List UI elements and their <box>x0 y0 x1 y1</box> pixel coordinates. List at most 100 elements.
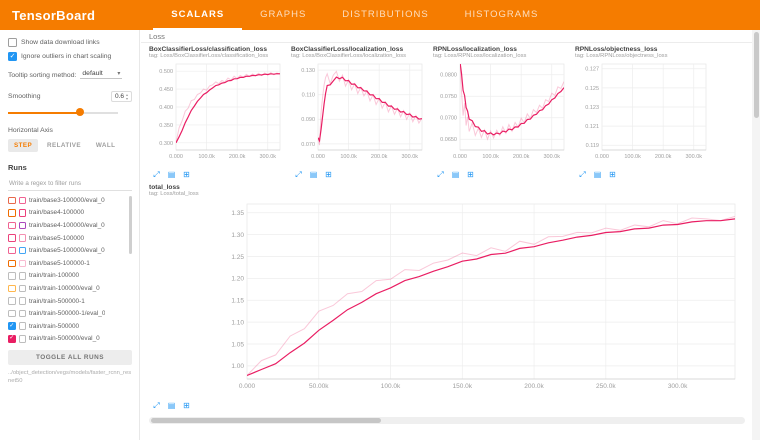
run-checkbox[interactable] <box>8 197 16 205</box>
svg-text:100.0k: 100.0k <box>340 154 357 160</box>
open-in-new-icon[interactable]: ⊞ <box>181 169 192 180</box>
run-row[interactable]: train/train-100000/eval_0 <box>8 282 132 295</box>
runs-filter-input[interactable] <box>8 177 132 191</box>
run-checkbox[interactable] <box>8 272 16 280</box>
run-color-checkbox[interactable] <box>19 247 27 255</box>
run-row[interactable]: train/base4-100000 <box>8 207 132 220</box>
open-in-new-icon[interactable]: ⊞ <box>607 169 618 180</box>
expand-icon[interactable]: ⤢ <box>577 169 588 180</box>
svg-text:0.500: 0.500 <box>159 69 173 75</box>
expand-icon[interactable]: ⤢ <box>151 169 162 180</box>
scalar-plot[interactable]: 0.08000.07500.07000.06500.000100.0k200.0… <box>433 60 569 163</box>
tooltip-sort-dropdown[interactable]: default ▾ <box>80 69 122 79</box>
scalar-plot[interactable]: 0.1270.1250.1230.1210.1190.000100.0k200.… <box>575 60 711 163</box>
svg-text:0.123: 0.123 <box>585 105 599 111</box>
slider-thumb[interactable] <box>76 108 84 116</box>
run-color-checkbox[interactable] <box>19 335 27 343</box>
run-color-checkbox[interactable] <box>19 322 27 330</box>
svg-text:50.00k: 50.00k <box>309 383 329 390</box>
scalar-plot[interactable]: 1.351.301.251.201.151.101.051.000.00050.… <box>149 198 745 394</box>
horizontal-scrollbar-thumb[interactable] <box>151 418 381 423</box>
log-scale-icon[interactable]: ▤ <box>308 169 319 180</box>
tab-distributions[interactable]: DISTRIBUTIONS <box>324 0 446 30</box>
run-color-checkbox[interactable] <box>19 209 27 217</box>
svg-text:200.0k: 200.0k <box>513 154 530 160</box>
run-checkbox[interactable] <box>8 234 16 242</box>
run-row[interactable]: train/base5-100000-1 <box>8 257 132 270</box>
vertical-scrollbar-thumb[interactable] <box>754 32 759 118</box>
run-checkbox[interactable] <box>8 297 16 305</box>
runs-scrollbar[interactable] <box>129 196 133 254</box>
run-row[interactable]: train/base3-100000/eval_0 <box>8 194 132 207</box>
svg-text:100.0k: 100.0k <box>482 154 499 160</box>
stepper-icons[interactable]: ▴ ▾ <box>126 93 128 100</box>
run-checkbox[interactable]: ✓ <box>8 335 16 343</box>
run-color-checkbox[interactable] <box>19 297 27 305</box>
tab-graphs[interactable]: GRAPHS <box>242 0 324 30</box>
scalar-plot[interactable]: 0.5000.4500.4000.3500.3000.000100.0k200.… <box>149 60 285 163</box>
svg-text:300.0k: 300.0k <box>668 383 688 390</box>
run-checkbox[interactable] <box>8 285 16 293</box>
run-checkbox[interactable] <box>8 247 16 255</box>
run-checkbox[interactable]: ✓ <box>8 322 16 330</box>
run-color-checkbox[interactable] <box>19 272 27 280</box>
run-color-checkbox[interactable] <box>19 285 27 293</box>
log-scale-icon[interactable]: ▤ <box>592 169 603 180</box>
run-row[interactable]: train/train-500000-1 <box>8 295 132 308</box>
open-in-new-icon[interactable]: ⊞ <box>323 169 334 180</box>
scalar-plot[interactable]: 0.1300.1100.0900.0700.000100.0k200.0k300… <box>291 60 427 163</box>
run-checkbox[interactable] <box>8 222 16 230</box>
run-label: train/train-500000/eval_0 <box>29 335 100 342</box>
checkbox-icon[interactable]: ✓ <box>8 52 17 61</box>
run-checkbox[interactable] <box>8 310 16 318</box>
axis-relative-button[interactable]: RELATIVE <box>41 139 87 152</box>
loss-section-header[interactable]: Loss <box>141 30 752 43</box>
axis-step-button[interactable]: STEP <box>8 139 38 152</box>
svg-text:0.300: 0.300 <box>159 141 173 147</box>
run-row[interactable]: train/train-500000-1/eval_0 <box>8 307 132 320</box>
run-row[interactable]: train/base5-100000/eval_0 <box>8 244 132 257</box>
open-in-new-icon[interactable]: ⊞ <box>465 169 476 180</box>
runs-panel: Runs train/base3-100000/eval_0train/base… <box>8 163 132 386</box>
run-color-checkbox[interactable] <box>19 197 27 205</box>
toggle-all-runs-button[interactable]: TOGGLE ALL RUNS <box>8 350 132 365</box>
run-checkbox[interactable] <box>8 209 16 217</box>
ignore-outliers-checkbox[interactable]: ✓ Ignore outliers in chart scaling <box>8 52 132 61</box>
svg-text:300.0k: 300.0k <box>544 154 561 160</box>
smoothing-value[interactable]: 0.6 ▴ ▾ <box>111 91 132 102</box>
svg-text:100.0k: 100.0k <box>624 154 641 160</box>
run-row[interactable]: train/train-100000 <box>8 270 132 283</box>
log-scale-icon[interactable]: ▤ <box>166 400 177 411</box>
stepper-down-icon[interactable]: ▾ <box>126 97 128 101</box>
svg-text:300.0k: 300.0k <box>260 154 277 160</box>
expand-icon[interactable]: ⤢ <box>435 169 446 180</box>
expand-icon[interactable]: ⤢ <box>293 169 304 180</box>
tab-scalars[interactable]: SCALARS <box>153 0 242 30</box>
run-color-checkbox[interactable] <box>19 310 27 318</box>
tab-histograms[interactable]: HISTOGRAMS <box>447 0 557 30</box>
svg-text:1.20: 1.20 <box>231 276 244 283</box>
run-color-checkbox[interactable] <box>19 260 27 268</box>
expand-icon[interactable]: ⤢ <box>151 400 162 411</box>
run-label: train/base5-100000 <box>29 235 84 242</box>
svg-text:200.0k: 200.0k <box>655 154 672 160</box>
checkbox-icon[interactable] <box>8 38 17 47</box>
run-color-checkbox[interactable] <box>19 234 27 242</box>
run-color-checkbox[interactable] <box>19 222 27 230</box>
run-row[interactable]: ✓train/train-500000 <box>8 320 132 333</box>
svg-text:0.0800: 0.0800 <box>440 73 457 79</box>
run-checkbox[interactable] <box>8 260 16 268</box>
vertical-scrollbar[interactable] <box>752 30 760 440</box>
run-row[interactable]: train/base4-100000/eval_0 <box>8 219 132 232</box>
run-row[interactable]: train/base5-100000 <box>8 232 132 245</box>
log-scale-icon[interactable]: ▤ <box>166 169 177 180</box>
axis-wall-button[interactable]: WALL <box>90 139 121 152</box>
run-row[interactable]: ✓ train/train-500000/eval_0 <box>8 333 132 346</box>
log-scale-icon[interactable]: ▤ <box>450 169 461 180</box>
open-in-new-icon[interactable]: ⊞ <box>181 400 192 411</box>
horizontal-scrollbar[interactable] <box>149 417 745 424</box>
checkbox-label: Show data download links <box>21 39 100 46</box>
checkbox-label: Ignore outliers in chart scaling <box>21 53 111 60</box>
show-download-links-checkbox[interactable]: Show data download links <box>8 38 132 47</box>
smoothing-slider[interactable] <box>8 107 132 117</box>
